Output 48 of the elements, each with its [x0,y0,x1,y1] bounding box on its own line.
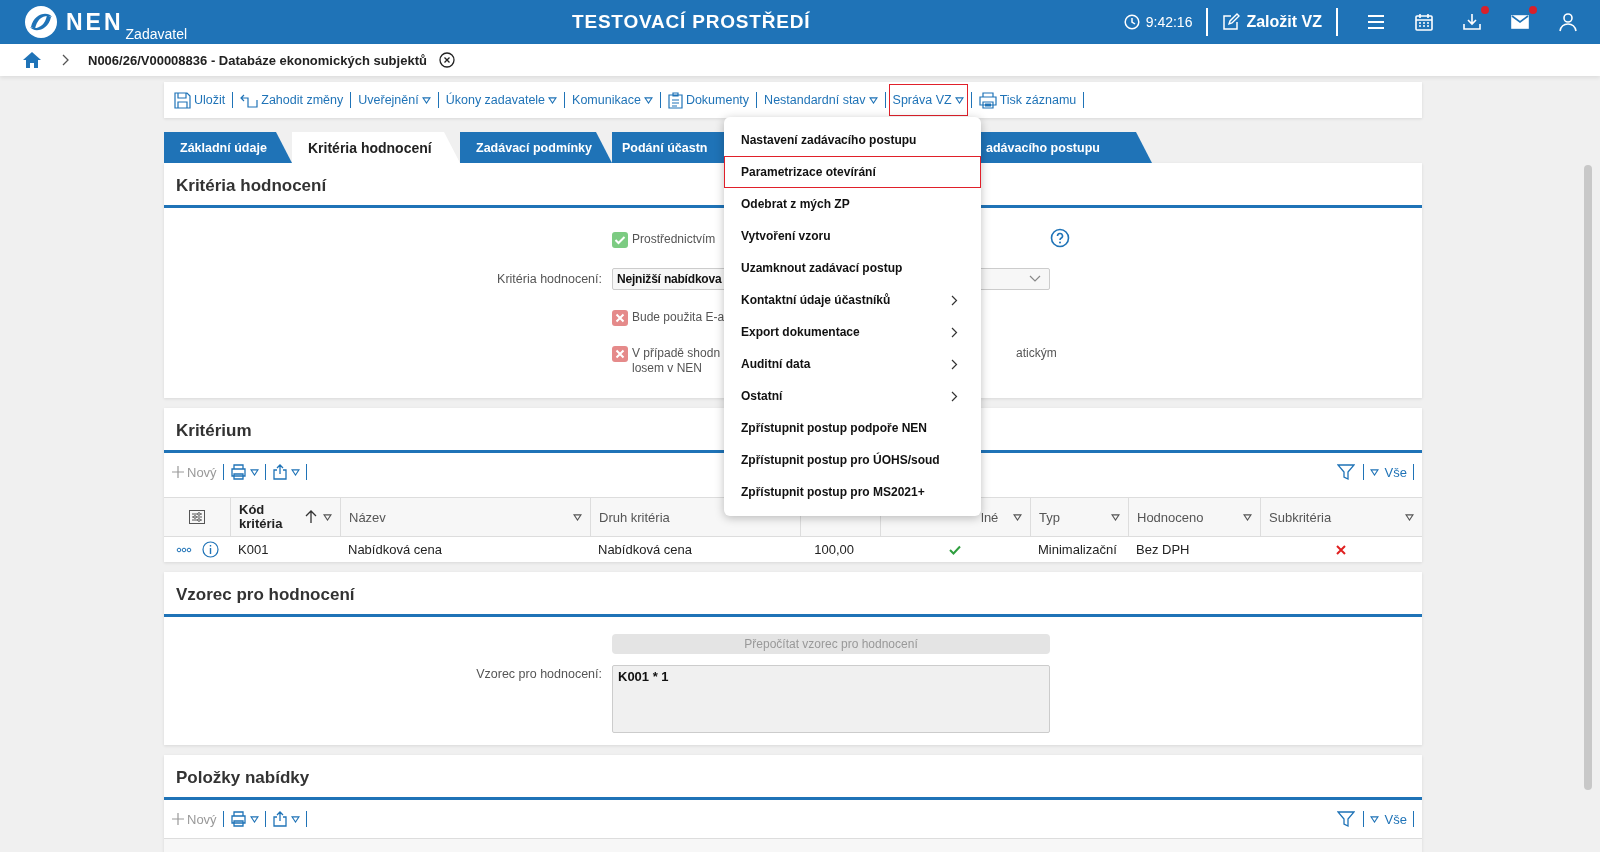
filter-all-button[interactable]: Vše [1369,464,1407,480]
field-label: Vzorec pro hodnocení: [475,666,603,681]
menu-item[interactable]: Export dokumentace [724,316,981,348]
section-title: Vzorec pro hodnocení [164,572,1422,617]
filter-all-button[interactable]: Vše [1369,811,1407,827]
toolbar-button[interactable]: Úkony zadavatele [441,84,562,116]
tab[interactable]: Kritéria hodnocení [292,132,460,163]
table-cell-text: 100,00 [813,541,855,559]
toolbar-button[interactable]: Správa VZ [888,84,968,116]
tab[interactable]: Základní údaje [164,132,292,163]
menu-item[interactable]: Parametrizace otevírání [724,156,981,188]
menu-item[interactable]: Kontaktní údaje účastníků [724,284,981,316]
create-tender-button[interactable]: Založit VZ [1222,13,1322,31]
toolbar-button[interactable]: Tisk záznamu [974,84,1081,116]
role-label: Zadavatel [125,26,188,42]
option-label: V případě shodn losem v NEN [632,346,721,376]
toolbar-button[interactable]: Komunikace [568,84,657,116]
option-label: atickým [1016,346,1057,360]
table-cell-text: Minimalizační [1037,541,1118,559]
toolbar-button[interactable]: Uveřejnění [354,84,435,116]
column-header[interactable]: Subkritéria [1269,509,1332,525]
logo-text: NEN [66,8,124,36]
column-header[interactable]: Druh kritéria [599,509,670,525]
toolbar-button[interactable]: Zahodit změny [236,84,348,116]
clock-time: 9:42:16 [1145,14,1193,30]
table-cell-text: Nabídková cena [347,541,443,559]
field-label: Kritéria hodnocení: [496,272,603,286]
formula-field[interactable]: K001 * 1 [612,665,1050,733]
column-header[interactable]: Typ [1039,509,1060,525]
section-title: Položky nabídky [164,755,1422,800]
toolbar-button[interactable]: Uložit [170,84,230,116]
toolbar-button[interactable]: Dokumenty [663,84,754,116]
column-header[interactable]: lné [981,509,999,525]
table-cell-text: K001 [237,541,270,559]
toolbar-button[interactable]: Nestandardní stav [760,84,882,116]
menu-item[interactable]: Zpřístupnit postup pro MS2021+ [724,476,981,508]
table-cell-text: Nabídková cena [597,541,693,559]
table-cell-text: Bez DPH [1135,541,1191,559]
option-label: Prostřednictvím [632,231,716,247]
breadcrumb-title[interactable]: N006/26/V00008836 - Databáze ekonomických subjektů [88,52,427,68]
option-label: Bude použita E-a [632,310,725,325]
column-header[interactable]: Název [349,509,386,525]
menu-item[interactable]: Zpřístupnit postup podpoře NEN [724,412,981,444]
tab[interactable]: Zadávací podmínky [460,132,612,163]
menu-item[interactable]: Auditní data [724,348,981,380]
environment-title: TESTOVACÍ PROSTŘEDÍ [572,11,811,33]
menu-item[interactable]: Vytvoření vzoru [724,220,981,252]
menu-item[interactable]: Uzamknout zadávací postup [724,252,981,284]
